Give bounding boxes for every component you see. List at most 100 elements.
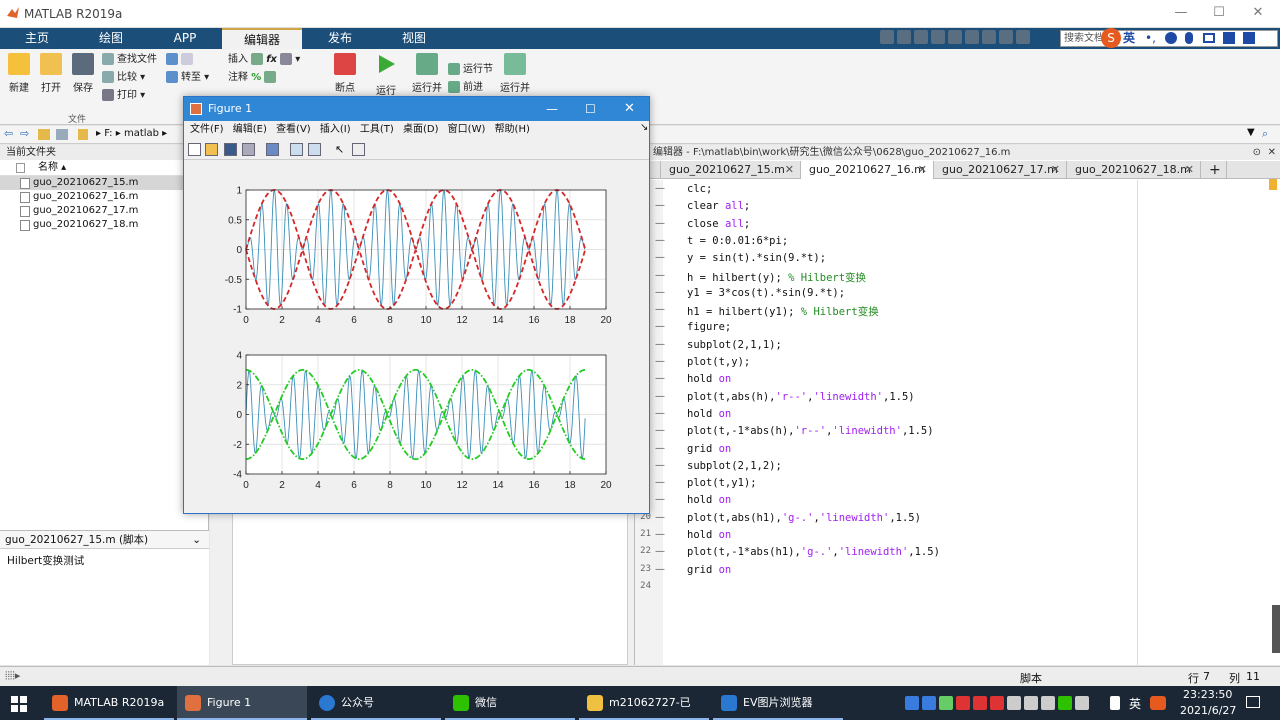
breadcrumb[interactable]: ▸ F: ▸ matlab ▸ (96, 128, 167, 139)
menu-file[interactable]: 文件(F) (190, 121, 224, 139)
breadcrumb-drive[interactable]: F: (104, 128, 112, 139)
code-line[interactable]: plot(t,y1); (687, 477, 757, 489)
code-line[interactable]: t = 0:0.01:6*pi; (687, 235, 788, 247)
clock-time[interactable]: 23:23:50 (1183, 688, 1232, 701)
code-line[interactable]: hold on (687, 529, 731, 541)
forward-icon[interactable]: ⇨ (20, 127, 29, 140)
editor-tab[interactable]: guo_20210627_17.m ✕ (934, 161, 1067, 179)
ime-menu-icon[interactable] (1243, 32, 1255, 44)
tray-shield-icon[interactable] (905, 696, 919, 710)
new-figure-icon[interactable] (188, 143, 201, 156)
tab-view[interactable]: 视图 (378, 28, 450, 49)
chevron-down-icon[interactable]: ⌄ (192, 531, 201, 549)
tray-volume-icon[interactable] (1075, 696, 1089, 710)
code-line[interactable]: plot(t,abs(h1),'g-.','linewidth',1.5) (687, 512, 921, 524)
browse-folder-icon[interactable] (56, 129, 68, 140)
figure-window[interactable]: Figure 1 — ☐ ✕ 文件(F) 编辑(E) 查看(V) 插入(I) 工… (183, 96, 650, 514)
tray-wechat-icon[interactable] (1058, 696, 1072, 710)
code-line[interactable]: plot(t,-1*abs(h1),'g-.','linewidth',1.5) (687, 546, 940, 558)
tab-plots[interactable]: 绘图 (74, 28, 148, 49)
compare-button[interactable]: 比较 ▾ (102, 69, 162, 87)
paste-icon[interactable] (931, 30, 945, 44)
new-tab-icon[interactable]: + (1201, 161, 1227, 179)
breakpoint-button[interactable]: 断点 (332, 53, 358, 94)
menu-tools[interactable]: 工具(T) (360, 121, 394, 139)
tray-flower-icon[interactable] (990, 696, 1004, 710)
open-file-icon[interactable] (205, 143, 218, 156)
tray-app-icon[interactable] (939, 696, 953, 710)
menu-dock-icon[interactable]: ↘ (640, 122, 648, 133)
taskbar-ev-viewer[interactable]: EV图片浏览器 (713, 686, 843, 720)
taskbar-matlab[interactable]: MATLAB R2019a (44, 686, 174, 720)
code-line[interactable]: clc; (687, 183, 712, 195)
fx-icon[interactable]: fx (266, 54, 277, 65)
code-line[interactable]: subplot(2,1,2); (687, 460, 782, 472)
figure-minimize-icon[interactable]: — (546, 97, 558, 121)
new-button[interactable]: 新建 (6, 53, 32, 94)
switch-window-icon[interactable] (982, 30, 996, 44)
breadcrumb-matlab[interactable]: matlab (124, 128, 159, 139)
tab-editor[interactable]: 编辑器 (222, 28, 302, 49)
ime-keyboard-icon[interactable] (1203, 33, 1215, 43)
code-line[interactable]: plot(t,abs(h),'r--','linewidth',1.5) (687, 391, 915, 403)
percent-icon[interactable]: % (251, 72, 261, 83)
code-line[interactable]: figure; (687, 321, 731, 333)
editor-tab-active[interactable]: guo_20210627_16.m ✕ (801, 161, 934, 179)
windows-start-icon[interactable] (11, 696, 27, 712)
code-line[interactable]: grid on (687, 443, 731, 455)
code-line[interactable]: h = hilbert(y); % Hilbert变换 (687, 270, 866, 285)
menu-desktop[interactable]: 桌面(D) (403, 121, 439, 139)
close-icon[interactable]: ✕ (785, 161, 794, 179)
editor-tab[interactable]: guo_20210627_15.m ✕ (661, 161, 801, 179)
code-analyzer-icon[interactable] (1269, 179, 1277, 190)
close-icon[interactable]: ✕ (1185, 161, 1194, 179)
tab-publish[interactable]: 发布 (302, 28, 378, 49)
minimize-icon[interactable]: — (1174, 6, 1188, 20)
maximize-icon[interactable]: ☐ (1212, 6, 1226, 20)
print-figure-icon[interactable] (242, 143, 255, 156)
pointer-icon[interactable]: ↖ (335, 143, 348, 156)
tray-red-icon[interactable] (956, 696, 970, 710)
link-plot-icon[interactable] (266, 143, 279, 156)
insert-button[interactable]: 插入 fx ▾ (228, 51, 323, 69)
taskbar-folder[interactable]: m21062727-已下... (579, 686, 709, 720)
code-line[interactable]: hold on (687, 408, 731, 420)
tab-home[interactable]: 主页 (0, 28, 74, 49)
copy-icon[interactable] (914, 30, 928, 44)
run-advance-button[interactable]: 运行并 (412, 53, 442, 94)
file-item[interactable]: guo_20210627_17.m (0, 204, 208, 218)
details-header[interactable]: guo_20210627_15.m (脚本) ⌄ (0, 531, 209, 549)
help-icon[interactable] (999, 30, 1013, 44)
code-line[interactable]: plot(t,y); (687, 356, 750, 368)
comment-button[interactable]: 注释 % (228, 69, 323, 87)
address-dropdown-icon[interactable]: ▼ (1247, 127, 1255, 138)
sogou-ime-icon[interactable]: S (1101, 28, 1121, 48)
tray-usb-icon[interactable] (1007, 696, 1021, 710)
code-line[interactable]: y1 = 3*cos(t).*sin(9.*t); (687, 287, 845, 299)
editor-tab[interactable]: guo_20210627_18.m ✕ (1067, 161, 1201, 179)
menu-view[interactable]: 查看(V) (276, 121, 311, 139)
back-nav-button[interactable] (166, 51, 216, 69)
save-icon[interactable] (880, 30, 894, 44)
redo-icon[interactable] (965, 30, 979, 44)
undo-icon[interactable] (948, 30, 962, 44)
ime-skin-icon[interactable] (1223, 32, 1235, 44)
code-line[interactable]: close all; (687, 218, 750, 230)
up-folder-icon[interactable] (38, 129, 50, 140)
figure-title-bar[interactable]: Figure 1 — ☐ ✕ (184, 97, 649, 121)
menu-insert[interactable]: 插入(I) (320, 121, 351, 139)
tray-battery-icon[interactable] (1041, 696, 1055, 710)
taskbar-gongzhonghao[interactable]: 公众号 (311, 686, 441, 720)
tray-security-icon[interactable] (922, 696, 936, 710)
ime-mode[interactable]: 英 (1123, 31, 1135, 46)
address-search-icon[interactable]: ⌕ (1262, 127, 1268, 141)
code-line[interactable]: clear all; (687, 200, 750, 212)
open-button[interactable]: 打开 (38, 53, 64, 94)
name-column-header[interactable]: 名称 ▴ (0, 160, 208, 176)
clock-date[interactable]: 2021/6/27 (1180, 704, 1236, 717)
code-line[interactable]: hold on (687, 494, 731, 506)
back-icon[interactable]: ⇦ (4, 127, 13, 140)
file-item[interactable]: guo_20210627_18.m (0, 218, 208, 232)
file-item[interactable]: guo_20210627_15.m (0, 176, 208, 190)
close-icon[interactable]: ✕ (1251, 6, 1265, 20)
